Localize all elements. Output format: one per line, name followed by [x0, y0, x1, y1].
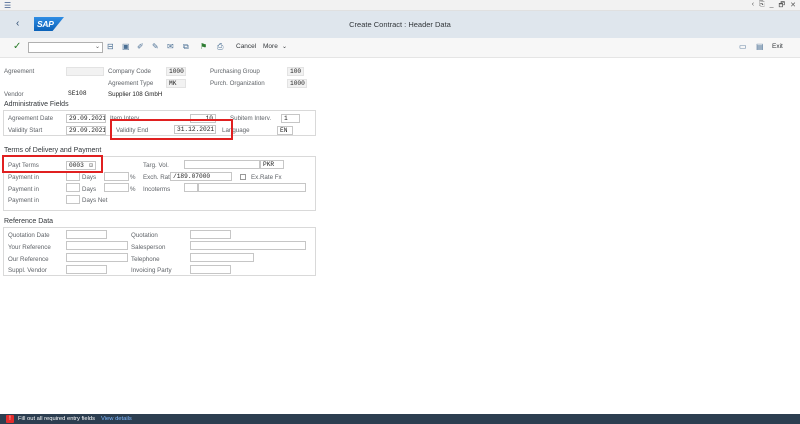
layout-icon[interactable]: ▭ — [739, 42, 747, 51]
agreement-date-label: Agreement Date — [8, 115, 54, 122]
suppl-vendor-label: Suppl. Vendor — [8, 267, 47, 274]
command-field[interactable]: ⌄ — [28, 42, 103, 53]
shell-bar: ‹ SAP Create Contract : Header Data — [0, 11, 800, 38]
targ-vol-currency-field[interactable]: PKR — [260, 160, 284, 169]
print-icon[interactable]: ▣ — [122, 42, 130, 51]
vendor-field: SE108 — [68, 90, 87, 97]
status-bar: ! Fill out all required entry fields Vie… — [0, 414, 800, 424]
purchasing-group-label: Purchasing Group — [210, 68, 260, 75]
payment-in-field-2[interactable] — [66, 183, 80, 192]
payment-in-label-3: Payment in — [8, 197, 39, 204]
exch-rate-label: Exch. Rate — [143, 174, 174, 181]
quotation-field[interactable] — [190, 230, 231, 239]
company-code-label: Company Code — [108, 68, 151, 75]
quotation-date-label: Quotation Date — [8, 232, 50, 239]
days-label-2: Days — [82, 186, 97, 193]
invoicing-party-label: Invoicing Party — [131, 267, 172, 274]
vendor-name: Supplier 108 GmbH — [108, 91, 163, 98]
page-title: Create Contract : Header Data — [349, 20, 451, 29]
reference-data-title: Reference Data — [4, 218, 54, 225]
days-net-label: Days Net — [82, 197, 108, 204]
payt-terms-highlight — [2, 155, 103, 173]
texts-icon[interactable]: ✎ — [152, 42, 159, 51]
salesperson-label: Salesperson — [131, 244, 166, 251]
ex-rate-fx-checkbox[interactable] — [240, 174, 246, 180]
window-titlebar: ☰ ‹ ⎘ _ 🗗 ✕ — [0, 0, 800, 11]
agreement-type-field: MK — [166, 79, 186, 88]
org-icon[interactable]: ⧉ — [183, 42, 189, 52]
percent-label-2: % — [130, 186, 136, 193]
our-reference-label: Our Reference — [8, 256, 49, 263]
incoterms-label: Incoterms — [143, 186, 171, 193]
flag-icon[interactable]: ⚑ — [200, 42, 207, 51]
error-icon: ! — [6, 415, 14, 423]
purch-org-field: 1000 — [287, 79, 307, 88]
payment-in-field-3[interactable] — [66, 195, 80, 204]
your-reference-label: Your Reference — [8, 244, 51, 251]
view-details-link[interactable]: View details — [101, 416, 132, 422]
telephone-field[interactable] — [190, 253, 254, 262]
payment-in-label-1: Payment in — [8, 174, 39, 181]
more-chevron-icon[interactable]: ⌄ — [282, 43, 287, 50]
payment-percent-field-1[interactable] — [104, 172, 129, 181]
settings-icon[interactable]: ▤ — [756, 42, 764, 51]
invoicing-party-field[interactable] — [190, 265, 231, 274]
our-reference-field[interactable] — [66, 253, 128, 262]
payment-in-label-2: Payment in — [8, 186, 39, 193]
telephone-label: Telephone — [131, 256, 160, 263]
company-code-field: 1000 — [166, 67, 186, 76]
purchasing-group-field: 100 — [287, 67, 304, 76]
purch-org-label: Purch. Organization — [210, 80, 265, 87]
quotation-label: Quotation — [131, 232, 158, 239]
incoterms-location-field[interactable] — [198, 183, 306, 192]
agreement-field — [66, 67, 104, 76]
status-message: Fill out all required entry fields — [18, 416, 96, 422]
suppl-vendor-field[interactable] — [66, 265, 107, 274]
language-field[interactable]: EN — [277, 126, 293, 135]
ex-rate-fx-label: Ex.Rate Fx — [251, 174, 282, 181]
agreement-type-label: Agreement Type — [108, 80, 154, 87]
exch-rate-field[interactable]: /189.07000 — [170, 172, 232, 181]
terms-title: Terms of Delivery and Payment — [4, 147, 102, 154]
exit-button[interactable]: Exit — [772, 43, 783, 50]
validity-start-label: Validity Start — [8, 127, 43, 134]
chevron-down-icon[interactable]: ⌄ — [95, 43, 100, 50]
quotation-date-field[interactable] — [66, 230, 107, 239]
your-reference-field[interactable] — [66, 241, 128, 250]
printer-icon[interactable]: ⎙ — [217, 42, 223, 52]
subitem-interv-field[interactable]: 1 — [281, 114, 300, 123]
more-button[interactable]: More — [263, 43, 278, 50]
menu-icon[interactable]: ☰ — [4, 1, 11, 10]
salesperson-field[interactable] — [190, 241, 306, 250]
admin-fields-title: Administrative Fields — [4, 101, 69, 108]
validity-end-highlight — [110, 119, 233, 140]
payment-in-field-1[interactable] — [66, 172, 80, 181]
application-toolbar: ✓ ⌄ ⊟ ▣ ✐ ✎ ✉ ⧉ ⚑ ⎙ Cancel More ⌄ ▭ ▤ Ex… — [0, 38, 800, 58]
edit-icon[interactable]: ✐ — [137, 42, 144, 51]
save-icon[interactable]: ⊟ — [107, 42, 114, 51]
targ-vol-label: Targ. Vol. — [143, 162, 169, 169]
percent-label-1: % — [130, 174, 136, 181]
agreement-date-field[interactable]: 29.09.2021 — [66, 114, 106, 123]
days-label-1: Days — [82, 174, 97, 181]
subitem-interv-label: Subitem Interv. — [230, 115, 272, 122]
agreement-label: Agreement — [4, 68, 35, 75]
cancel-button[interactable]: Cancel — [236, 43, 256, 50]
enter-check-icon[interactable]: ✓ — [13, 41, 21, 52]
vendor-label: Vendor — [4, 91, 24, 98]
targ-vol-field[interactable] — [184, 160, 260, 169]
mail-icon[interactable]: ✉ — [167, 42, 174, 51]
validity-start-field[interactable]: 29.09.2021 — [66, 126, 106, 135]
payment-percent-field-2[interactable] — [104, 183, 129, 192]
incoterms-field[interactable] — [184, 183, 198, 192]
